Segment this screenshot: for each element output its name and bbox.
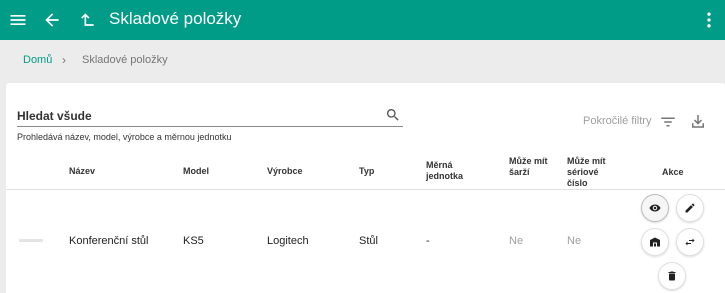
transfer-button[interactable] <box>676 228 704 256</box>
trash-icon <box>668 271 676 281</box>
pencil-icon <box>685 203 695 213</box>
search-hint: Prohledává název, model, výrobce a měrno… <box>17 132 232 142</box>
cell-name: Konferenční stůl <box>69 235 149 247</box>
column-header-manufacturer[interactable]: Výrobce <box>267 166 303 177</box>
column-header-model[interactable]: Model <box>183 166 209 177</box>
column-header-unit[interactable]: Měrná jednotka <box>426 160 474 182</box>
swap-icon <box>685 238 695 246</box>
cell-serials: Ne <box>567 235 582 247</box>
item-thumbnail <box>19 239 43 242</box>
page-title: Skladové položky <box>109 9 242 28</box>
advanced-filters-button[interactable]: Pokročilé filtry <box>583 115 651 127</box>
cell-type: Stůl <box>359 235 378 247</box>
eye-icon <box>649 204 661 212</box>
cell-model: KS5 <box>183 235 204 247</box>
edit-button[interactable] <box>676 194 704 222</box>
warehouse-button[interactable] <box>641 228 669 256</box>
warehouse-icon <box>650 237 660 247</box>
column-header-serials[interactable]: Může mít sériové číslo <box>567 156 615 189</box>
arrow-up-icon[interactable] <box>75 8 99 32</box>
search-label: Hledat všude <box>17 109 92 123</box>
column-header-actions: Akce <box>662 167 684 177</box>
app-bar: Skladové položky <box>0 0 725 40</box>
column-header-batches[interactable]: Může mít šarží <box>509 156 555 178</box>
column-header-type[interactable]: Typ <box>359 166 374 177</box>
cell-manufacturer: Logitech <box>267 235 309 247</box>
breadcrumb: Domů › Skladové položky <box>23 53 168 67</box>
header-divider <box>6 189 725 190</box>
cell-unit: - <box>426 235 430 247</box>
arrow-back-icon[interactable] <box>40 8 64 32</box>
menu-icon[interactable] <box>6 8 30 32</box>
breadcrumb-current: Skladové položky <box>82 54 168 66</box>
breadcrumb-home-link[interactable]: Domů <box>23 54 52 66</box>
delete-button[interactable] <box>658 262 686 290</box>
more-vert-icon[interactable] <box>697 8 721 32</box>
search-icon[interactable] <box>385 107 401 123</box>
breadcrumb-separator: › <box>62 53 66 67</box>
cell-batches: Ne <box>509 235 524 247</box>
column-header-name[interactable]: Název <box>69 166 95 177</box>
view-button[interactable] <box>641 194 669 222</box>
download-icon[interactable] <box>689 112 707 130</box>
filter-list-icon[interactable] <box>659 113 677 131</box>
